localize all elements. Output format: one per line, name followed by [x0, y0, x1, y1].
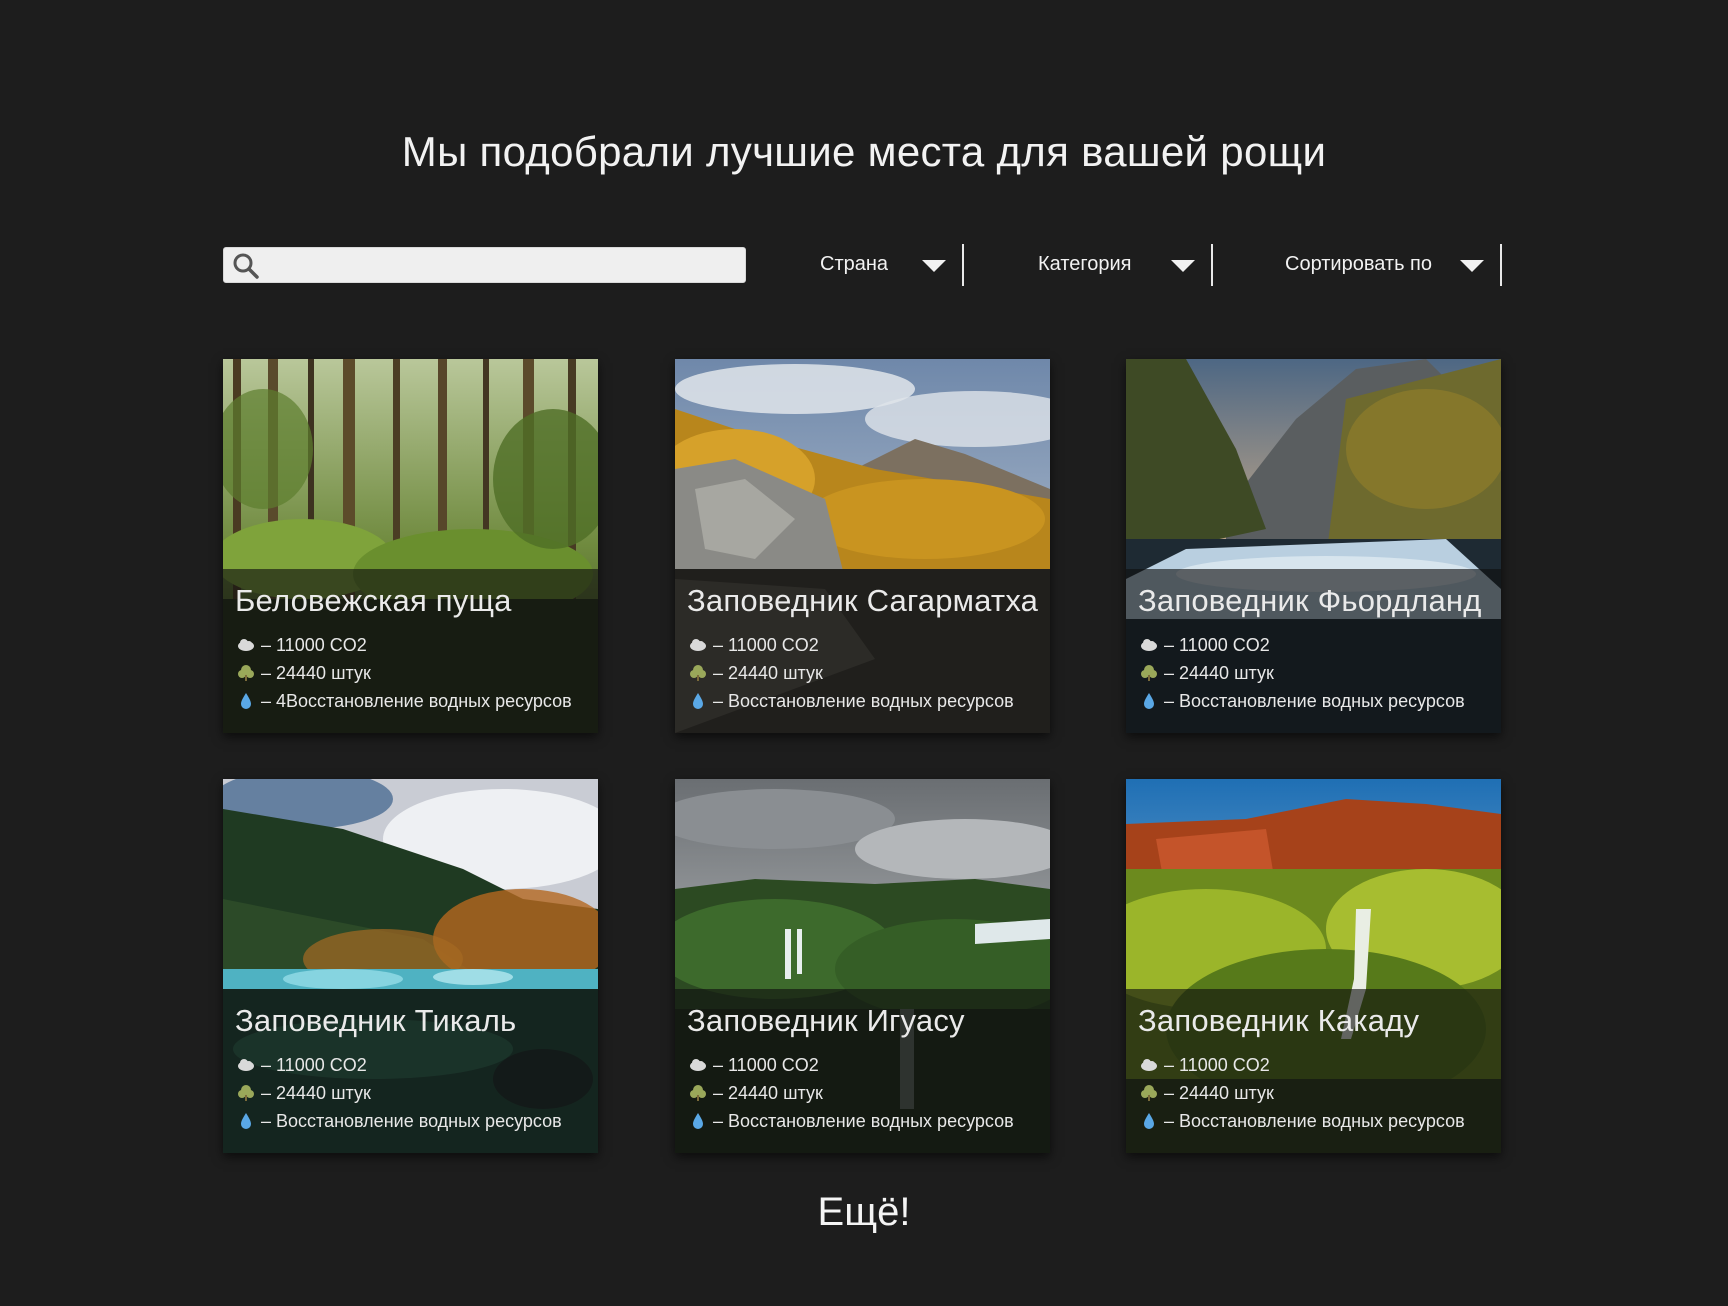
trees-stat: – 24440 штук	[1140, 1081, 1274, 1105]
cloud-icon	[689, 1056, 707, 1074]
place-card[interactable]: Заповедник Какаду – 11000 CO2 – 24440 шт…	[1126, 779, 1501, 1153]
co2-stat: – 11000 CO2	[689, 633, 819, 657]
trees-stat: – 24440 штук	[689, 661, 823, 685]
filter-category-dropdown[interactable]: Категория	[1020, 244, 1213, 286]
chevron-down-icon	[1171, 260, 1195, 272]
water-stat: – Восстановление водных ресурсов	[689, 1109, 1014, 1133]
trees-value: – 24440 штук	[261, 1082, 371, 1103]
co2-stat: – 11000 CO2	[689, 1053, 819, 1077]
tree-icon	[689, 1084, 707, 1102]
tree-icon	[1140, 1084, 1158, 1102]
trees-value: – 24440 штук	[1164, 662, 1274, 683]
place-name: Беловежская пуща	[235, 583, 512, 618]
place-name: Заповедник Какаду	[1138, 1003, 1420, 1038]
tree-icon	[237, 664, 255, 682]
page-title: Мы подобрали лучшие места для вашей рощи	[401, 128, 1327, 175]
place-name: Заповедник Игуасу	[687, 1003, 965, 1038]
water-stat: – 4Восстановление водных ресурсов	[237, 689, 572, 713]
trees-stat: – 24440 штук	[1140, 661, 1274, 685]
water-stat: – Восстановление водных ресурсов	[1140, 1109, 1465, 1133]
place-name: Заповедник Фьордланд	[1138, 583, 1482, 618]
co2-value: – 11000 CO2	[261, 1054, 367, 1075]
water-value: – 4Восстановление водных ресурсов	[261, 690, 572, 711]
place-name: Заповедник Сагарматха	[687, 583, 1039, 618]
place-name: Заповедник Тикаль	[235, 1003, 517, 1038]
filter-country-label: Страна	[820, 253, 889, 275]
water-value: – Восстановление водных ресурсов	[1164, 1110, 1465, 1131]
trees-stat: – 24440 штук	[237, 1081, 371, 1105]
co2-value: – 11000 CO2	[1164, 634, 1270, 655]
page: Мы подобрали лучшие места для вашей рощи…	[0, 0, 1728, 1306]
co2-value: – 11000 CO2	[261, 634, 367, 655]
cloud-icon	[1140, 1056, 1158, 1074]
load-more-button[interactable]: Ещё!	[0, 1190, 1728, 1235]
place-card[interactable]: Заповедник Игуасу – 11000 CO2 – 24440 шт…	[675, 779, 1050, 1153]
tree-icon	[237, 1084, 255, 1102]
trees-value: – 24440 штук	[713, 1082, 823, 1103]
trees-value: – 24440 штук	[261, 662, 371, 683]
co2-stat: – 11000 CO2	[1140, 1053, 1270, 1077]
tree-icon	[689, 664, 707, 682]
search-icon	[232, 252, 260, 280]
cloud-icon	[689, 636, 707, 654]
water-value: – Восстановление водных ресурсов	[1164, 690, 1465, 711]
co2-value: – 11000 CO2	[1164, 1054, 1270, 1075]
co2-stat: – 11000 CO2	[237, 633, 367, 657]
filter-sort-label: Сортировать по	[1285, 253, 1433, 275]
water-drop-icon	[1140, 1112, 1158, 1130]
water-drop-icon	[237, 1112, 255, 1130]
filter-category-label: Категория	[1038, 253, 1132, 275]
water-drop-icon	[689, 1112, 707, 1130]
co2-stat: – 11000 CO2	[1140, 633, 1270, 657]
water-value: – Восстановление водных ресурсов	[713, 1110, 1014, 1131]
place-card[interactable]: Заповедник Фьордланд – 11000 CO2 – 24440…	[1126, 359, 1501, 733]
cloud-icon	[237, 1056, 255, 1074]
tree-icon	[1140, 664, 1158, 682]
chevron-down-icon	[922, 260, 946, 272]
co2-value: – 11000 CO2	[713, 634, 819, 655]
water-stat: – Восстановление водных ресурсов	[689, 689, 1014, 713]
co2-stat: – 11000 CO2	[237, 1053, 367, 1077]
filter-sort-dropdown[interactable]: Сортировать по	[1265, 244, 1502, 286]
water-value: – Восстановление водных ресурсов	[713, 690, 1014, 711]
trees-stat: – 24440 штук	[689, 1081, 823, 1105]
cloud-icon	[1140, 636, 1158, 654]
place-card[interactable]: Заповедник Тикаль – 11000 CO2 – 24440 шт…	[223, 779, 598, 1153]
chevron-down-icon	[1460, 260, 1484, 272]
filter-country-dropdown[interactable]: Страна	[800, 244, 964, 286]
trees-stat: – 24440 штук	[237, 661, 371, 685]
place-card[interactable]: Заповедник Сагарматха – 11000 CO2 – 2444…	[675, 359, 1050, 733]
water-stat: – Восстановление водных ресурсов	[1140, 689, 1465, 713]
water-drop-icon	[237, 692, 255, 710]
water-value: – Восстановление водных ресурсов	[261, 1110, 562, 1131]
search-box[interactable]	[223, 247, 746, 283]
trees-value: – 24440 штук	[1164, 1082, 1274, 1103]
cloud-icon	[237, 636, 255, 654]
water-drop-icon	[1140, 692, 1158, 710]
trees-value: – 24440 штук	[713, 662, 823, 683]
search-input[interactable]	[268, 252, 737, 280]
water-drop-icon	[689, 692, 707, 710]
co2-value: – 11000 CO2	[713, 1054, 819, 1075]
water-stat: – Восстановление водных ресурсов	[237, 1109, 562, 1133]
place-card[interactable]: Беловежская пуща – 11000 CO2 – 24440 шту…	[223, 359, 598, 733]
